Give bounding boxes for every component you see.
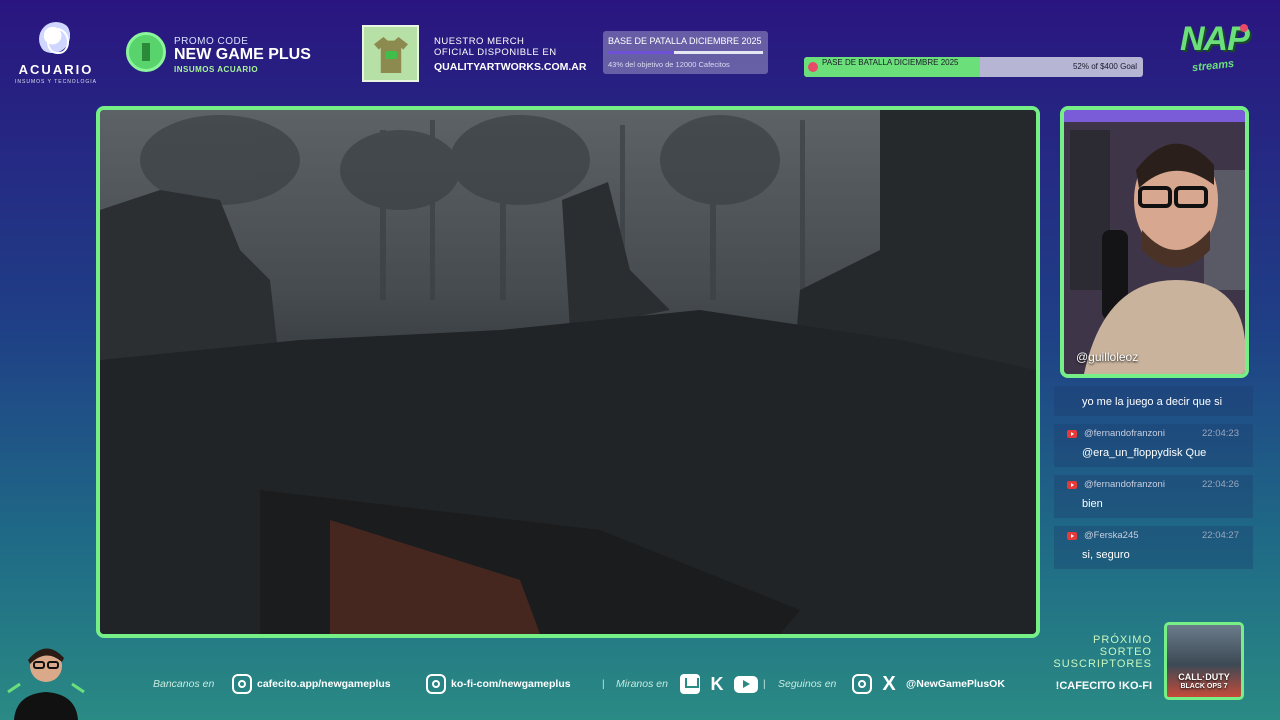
separator: | xyxy=(602,678,605,690)
raffle-line-1: PRÓXIMO xyxy=(1093,634,1152,646)
nap-logo-sub: streams xyxy=(1191,57,1235,75)
chat-message-text: si, seguro xyxy=(1082,549,1130,561)
acuario-icon xyxy=(39,22,73,56)
raffle-prize-image: CALL·DUTY BLACK OPS 7 xyxy=(1164,622,1244,700)
promo-sponsor: INSUMOS ACUARIO xyxy=(174,65,259,74)
merch-url: QUALITYARTWORKS.COM.AR xyxy=(434,61,587,73)
donate-label: Bancanos en xyxy=(153,678,215,690)
merch-line-2: OFICIAL DISPONIBLE EN xyxy=(434,47,557,58)
raffle-info: PRÓXIMO SORTEO SUSCRIPTORES !CAFECITO !K… xyxy=(1040,634,1152,692)
chat-panel: yo me la juego a decir que si @fernandof… xyxy=(1054,386,1254,577)
x-icon[interactable]: X xyxy=(879,674,899,694)
cafecito-link[interactable]: cafecito.app/newgameplus xyxy=(232,672,391,696)
social-handle[interactable]: @NewGamePlusOK xyxy=(906,678,1005,690)
social-links-bar: Bancanos en cafecito.app/newgameplus ko-… xyxy=(150,672,1030,696)
goal-bar-label: PASE DE BATALLA DICIEMBRE 2025 xyxy=(822,58,959,67)
kofi-url[interactable]: ko-fi-com/newgameplus xyxy=(451,678,571,690)
raffle-commands: !CAFECITO !KO-FI xyxy=(1055,680,1152,692)
goal-card-subtitle: 43% del objetivo de 12000 Cafecitos xyxy=(608,60,730,69)
twitch-icon[interactable] xyxy=(680,674,700,694)
chat-message-text: @era_un_floppydisk Que xyxy=(1082,447,1207,459)
nap-streams-logo: NAP streams xyxy=(1180,22,1260,78)
goal-card-progress-track xyxy=(607,51,763,54)
cafecito-url[interactable]: cafecito.app/newgameplus xyxy=(257,678,391,690)
prize-title: CALL·DUTY xyxy=(1178,672,1230,682)
brand-tagline: INSUMOS Y TECNOLOGIA xyxy=(15,79,97,85)
raffle-line-3: SUSCRIPTORES xyxy=(1053,658,1152,670)
chat-username: @fernandofranzoni xyxy=(1084,479,1165,490)
youtube-icon xyxy=(1067,481,1077,489)
follow-label: Seguinos en xyxy=(778,678,837,690)
chat-message-text: bien xyxy=(1082,498,1103,510)
cafecito-icon xyxy=(232,674,252,694)
kofi-link[interactable]: ko-fi-com/newgameplus xyxy=(426,672,571,696)
goal-card-progress-fill xyxy=(607,51,675,54)
watch-label: Miranos en xyxy=(616,678,668,690)
kofi-icon xyxy=(426,674,446,694)
goal-progress-bar: PASE DE BATALLA DICIEMBRE 2025 52% of $4… xyxy=(804,57,1143,77)
prize-subtitle: BLACK OPS 7 xyxy=(1180,683,1228,690)
game-video-frame xyxy=(96,106,1040,638)
chat-timestamp: 22:04:27 xyxy=(1202,530,1239,541)
chat-message: yo me la juego a decir que si xyxy=(1054,386,1253,416)
chat-message: @Ferska245 22:04:27 si, seguro xyxy=(1054,526,1253,569)
goal-icon xyxy=(808,62,818,72)
chat-timestamp: 22:04:26 xyxy=(1202,479,1239,490)
game-scene xyxy=(100,110,1036,634)
merch-info: NUESTRO MERCH OFICIAL DISPONIBLE EN QUAL… xyxy=(434,36,604,73)
promo-code-banner: PROMO CODE NEW GAME PLUS INSUMOS ACUARIO xyxy=(126,32,346,76)
goal-bar-status: 52% of $400 Goal xyxy=(1072,62,1137,71)
nap-logo-text: NAP xyxy=(1180,20,1250,58)
kick-icon[interactable]: K xyxy=(707,674,727,694)
chat-username: @Ferska245 xyxy=(1084,530,1139,541)
merch-shirt-image xyxy=(362,25,419,82)
goal-card-title: BASE DE PATALLA DICIEMBRE 2025 xyxy=(608,36,762,46)
chat-message-text: yo me la juego a decir que si xyxy=(1082,396,1223,408)
chat-message: @fernandofranzoni 22:04:26 bien xyxy=(1054,475,1253,518)
merch-line-1: NUESTRO MERCH xyxy=(434,36,525,47)
separator: | xyxy=(763,678,766,690)
coin-icon xyxy=(126,32,166,72)
chat-timestamp: 22:04:23 xyxy=(1202,428,1239,439)
chat-message: @fernandofranzoni 22:04:23 @era_un_flopp… xyxy=(1054,424,1253,467)
streamer-video xyxy=(1064,110,1245,374)
webcam-feed: @guilloleoz xyxy=(1060,106,1249,378)
youtube-icon xyxy=(1067,430,1077,438)
raffle-line-2: SORTEO xyxy=(1099,646,1152,658)
brand-name: ACUARIO xyxy=(18,62,94,77)
goal-card: BASE DE PATALLA DICIEMBRE 2025 43% del o… xyxy=(603,31,768,74)
youtube-icon[interactable] xyxy=(734,675,758,693)
youtube-icon xyxy=(1067,532,1077,540)
acuario-logo: ACUARIO INSUMOS Y TECNOLOGIA xyxy=(14,22,98,86)
instagram-icon[interactable] xyxy=(852,674,872,694)
webcam-handle: @guilloleoz xyxy=(1076,350,1139,364)
promo-code: NEW GAME PLUS xyxy=(174,46,311,63)
mascot-avatar xyxy=(6,636,86,720)
chat-username: @fernandofranzoni xyxy=(1084,428,1165,439)
